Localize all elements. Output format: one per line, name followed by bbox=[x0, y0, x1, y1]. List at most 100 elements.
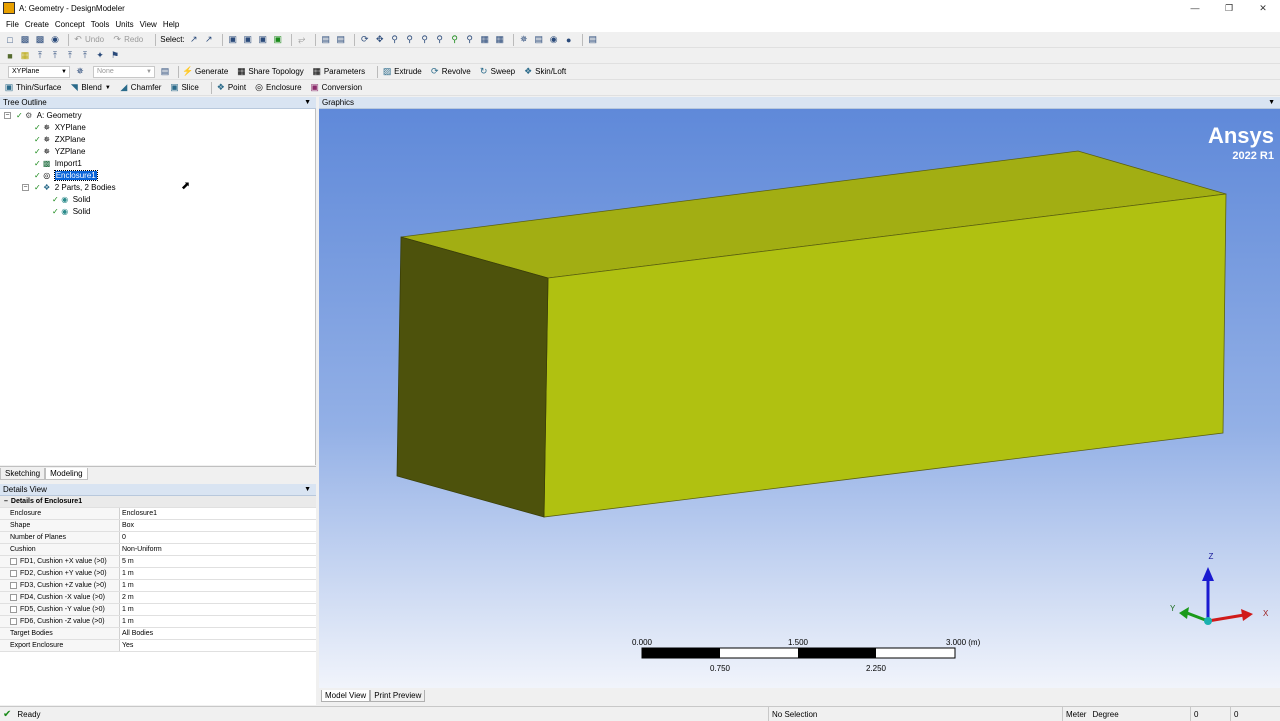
new-icon[interactable]: □ bbox=[4, 34, 16, 46]
box-side-face[interactable] bbox=[396, 236, 549, 518]
details-value[interactable]: Enclosure1 bbox=[120, 508, 316, 519]
close-button[interactable]: ✕ bbox=[1246, 0, 1280, 16]
isometric-icon[interactable]: ✵ bbox=[518, 34, 530, 46]
graphics-viewport[interactable]: Ansys 2022 R1 0.000 1.500 3.000 (m) 0.75… bbox=[319, 109, 1280, 688]
blend-button[interactable]: ◥ Blend ▼ bbox=[69, 82, 111, 93]
tab-modeling[interactable]: Modeling bbox=[45, 468, 88, 480]
point-feature-icon[interactable]: ✦ bbox=[94, 50, 106, 62]
view-options-icon[interactable]: ▤ bbox=[533, 34, 545, 46]
tab-sketching[interactable]: Sketching bbox=[0, 468, 46, 480]
menu-create[interactable]: Create bbox=[25, 20, 49, 29]
fit-select-icon[interactable]: ▤ bbox=[335, 34, 347, 46]
details-row[interactable]: Target Bodies All Bodies bbox=[0, 628, 316, 640]
details-value[interactable]: Non-Uniform bbox=[120, 544, 316, 555]
details-section-header[interactable]: – Details of Enclosure1 bbox=[0, 496, 316, 508]
graphics-options-icon[interactable]: ▤ bbox=[587, 34, 599, 46]
save-icon[interactable]: ▩ bbox=[19, 34, 31, 46]
zoom-in-icon[interactable]: ⚲ bbox=[404, 34, 416, 46]
tree-item-solid[interactable]: ✓ ◉ Solid bbox=[52, 205, 91, 217]
parameter-checkbox[interactable] bbox=[10, 618, 17, 625]
pin-icon[interactable]: ▼ bbox=[1268, 99, 1275, 106]
cross-section-icon[interactable]: ⤒ bbox=[79, 50, 91, 62]
details-row[interactable]: Cushion Non-Uniform bbox=[0, 544, 316, 556]
thin-surface-button[interactable]: ▣ Thin/Surface bbox=[4, 82, 62, 93]
edge-joints-icon[interactable]: ⤒ bbox=[34, 50, 46, 62]
tree-item-zxplane[interactable]: ✓ ✵ ZXPlane bbox=[34, 133, 85, 145]
select-body-icon[interactable]: ▣ bbox=[272, 34, 284, 46]
details-row[interactable]: FD6, Cushion -Z value (>0) 1 m bbox=[0, 616, 316, 628]
zoom-fit-icon[interactable]: ⚲ bbox=[449, 34, 461, 46]
parameter-checkbox[interactable] bbox=[10, 594, 17, 601]
slice-button[interactable]: ▣ Slice bbox=[169, 82, 199, 93]
details-value[interactable]: 1 m bbox=[120, 580, 316, 591]
zoom-box-icon[interactable]: ⚲ bbox=[434, 34, 446, 46]
minimize-button[interactable]: — bbox=[1178, 0, 1212, 16]
new-sketch-icon[interactable]: ▤ bbox=[159, 66, 171, 78]
revolve-button[interactable]: ⟳ Revolve bbox=[430, 66, 471, 77]
parameter-checkbox[interactable] bbox=[10, 606, 17, 613]
details-row[interactable]: FD3, Cushion +Z value (>0) 1 m bbox=[0, 580, 316, 592]
tree-item-yzplane[interactable]: ✓ ✵ YZPlane bbox=[34, 145, 85, 157]
details-value[interactable]: Box bbox=[120, 520, 316, 531]
parameter-checkbox[interactable] bbox=[10, 570, 17, 577]
select-mode-icon[interactable]: ↗ bbox=[188, 34, 200, 46]
tab-model-view[interactable]: Model View bbox=[321, 690, 371, 702]
details-value[interactable]: 2 m bbox=[120, 592, 316, 603]
display-edges-icon[interactable]: ▦ bbox=[19, 50, 31, 62]
edge-direction-icon[interactable]: ⤒ bbox=[64, 50, 76, 62]
menu-concept[interactable]: Concept bbox=[55, 20, 85, 29]
menu-tools[interactable]: Tools bbox=[91, 20, 110, 29]
tree-item-parts[interactable]: ✓ ❖ 2 Parts, 2 Bodies bbox=[34, 181, 116, 193]
details-value[interactable]: 5 m bbox=[120, 556, 316, 567]
select-vertex-icon[interactable]: ▣ bbox=[227, 34, 239, 46]
chamfer-button[interactable]: ◢ Chamfer bbox=[119, 82, 161, 93]
vertex-icon[interactable]: ⤒ bbox=[49, 50, 61, 62]
collapse-icon[interactable]: – bbox=[4, 112, 11, 119]
enclosure-button[interactable]: ◎ Enclosure bbox=[254, 82, 302, 93]
details-row[interactable]: Enclosure Enclosure1 bbox=[0, 508, 316, 520]
extend-selection-icon[interactable]: ⥂ bbox=[296, 34, 308, 46]
tab-print-preview[interactable]: Print Preview bbox=[370, 690, 426, 702]
restore-button[interactable]: ❐ bbox=[1212, 0, 1246, 16]
generate-button[interactable]: ⚡ Generate bbox=[182, 66, 228, 77]
details-value[interactable]: 0 bbox=[120, 532, 316, 543]
annotation-icon[interactable]: ⚑ bbox=[109, 50, 121, 62]
details-row[interactable]: FD1, Cushion +X value (>0) 5 m bbox=[0, 556, 316, 568]
tree-item-enclosure1[interactable]: ✓ ◎ Enclosure1 bbox=[34, 169, 98, 181]
menu-file[interactable]: File bbox=[6, 20, 19, 29]
select-filter-icon[interactable]: ↗ bbox=[203, 34, 215, 46]
details-row[interactable]: FD2, Cushion +Y value (>0) 1 m bbox=[0, 568, 316, 580]
previous-view-icon[interactable]: ▦ bbox=[479, 34, 491, 46]
pan-icon[interactable]: ✥ bbox=[374, 34, 386, 46]
select-face-icon[interactable]: ▣ bbox=[257, 34, 269, 46]
details-row[interactable]: FD4, Cushion -X value (>0) 2 m bbox=[0, 592, 316, 604]
display-point-icon[interactable]: ● bbox=[563, 34, 575, 46]
skin-loft-button[interactable]: ❖ Skin/Loft bbox=[523, 66, 566, 77]
details-value[interactable]: Yes bbox=[120, 640, 316, 651]
save-as-icon[interactable]: ▩ bbox=[34, 34, 46, 46]
share-topology-button[interactable]: ▦ Share Topology bbox=[236, 66, 304, 77]
tree-item-import1[interactable]: ✓ ▩ Import1 bbox=[34, 157, 82, 169]
magnifier-icon[interactable]: ⚲ bbox=[464, 34, 476, 46]
details-row[interactable]: Shape Box bbox=[0, 520, 316, 532]
zoom-icon[interactable]: ⚲ bbox=[389, 34, 401, 46]
details-value[interactable]: All Bodies bbox=[120, 628, 316, 639]
parameter-checkbox[interactable] bbox=[10, 558, 17, 565]
sketch-select[interactable]: None ▼ bbox=[93, 65, 155, 78]
viewport-canvas[interactable]: Ansys 2022 R1 0.000 1.500 3.000 (m) 0.75… bbox=[319, 109, 1280, 688]
point-button[interactable]: ❖ Point bbox=[216, 82, 246, 93]
zoom-out-icon[interactable]: ⚲ bbox=[419, 34, 431, 46]
conversion-button[interactable]: ▣ Conversion bbox=[310, 82, 362, 93]
display-model-icon[interactable]: ◉ bbox=[548, 34, 560, 46]
extrude-button[interactable]: ▨ Extrude bbox=[382, 66, 422, 77]
details-value[interactable]: 1 m bbox=[120, 568, 316, 579]
parameters-button[interactable]: ▦ Parameters bbox=[312, 66, 366, 77]
details-row[interactable]: Export Enclosure Yes bbox=[0, 640, 316, 652]
menu-view[interactable]: View bbox=[140, 20, 157, 29]
sweep-button[interactable]: ↻ Sweep bbox=[479, 66, 515, 77]
details-row[interactable]: Number of Planes 0 bbox=[0, 532, 316, 544]
box-select-icon[interactable]: ▤ bbox=[320, 34, 332, 46]
details-value[interactable]: 1 m bbox=[120, 616, 316, 627]
color-icon[interactable]: ■ bbox=[4, 50, 16, 62]
tree-item-xyplane[interactable]: ✓ ✵ XYPlane bbox=[34, 121, 86, 133]
